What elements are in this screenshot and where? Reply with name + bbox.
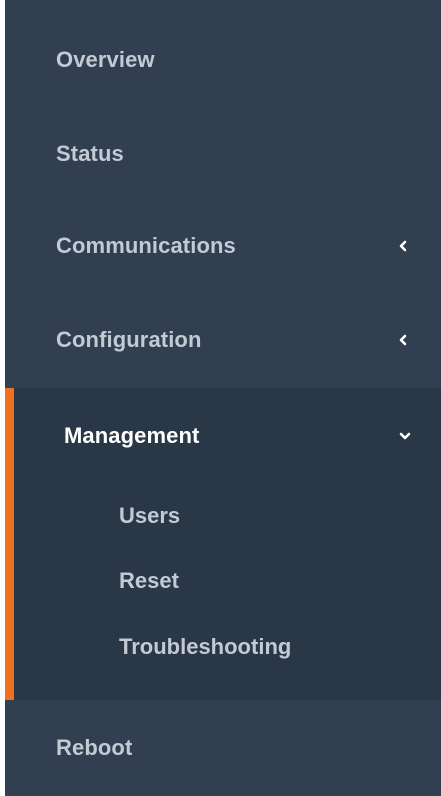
sidebar-subitem-troubleshooting[interactable]: Troubleshooting xyxy=(5,615,441,679)
sidebar-item-management[interactable]: Management xyxy=(5,388,441,484)
sidebar-subitem-label: Troubleshooting xyxy=(119,634,292,659)
sidebar-item-label: Configuration xyxy=(56,327,202,352)
sidebar-subitem-label: Users xyxy=(119,503,181,528)
sidebar-subitem-label: Reset xyxy=(119,568,179,593)
sidebar-subitem-reset[interactable]: Reset xyxy=(5,549,441,613)
sidebar-item-communications[interactable]: Communications xyxy=(5,198,441,294)
chevron-down-icon xyxy=(399,432,411,440)
sidebar-item-status[interactable]: Status xyxy=(5,106,441,202)
sidebar-item-label: Communications xyxy=(56,233,236,258)
sidebar-item-overview[interactable]: Overview xyxy=(5,12,441,108)
sidebar-item-label: Management xyxy=(64,423,200,448)
sidebar-item-label: Overview xyxy=(56,47,155,72)
sidebar-group-management: Management Users Reset Troubleshooting xyxy=(5,388,441,700)
sidebar-item-configuration[interactable]: Configuration xyxy=(5,292,441,388)
chevron-left-icon xyxy=(399,240,407,252)
sidebar-item-label: Reboot xyxy=(56,735,133,760)
chevron-left-icon xyxy=(399,334,407,346)
sidebar-nav: Overview Status Communications Configura… xyxy=(5,0,441,796)
sidebar-item-label: Status xyxy=(56,141,124,166)
sidebar-subitem-users[interactable]: Users xyxy=(5,484,441,548)
sidebar-item-reboot[interactable]: Reboot xyxy=(5,700,441,796)
